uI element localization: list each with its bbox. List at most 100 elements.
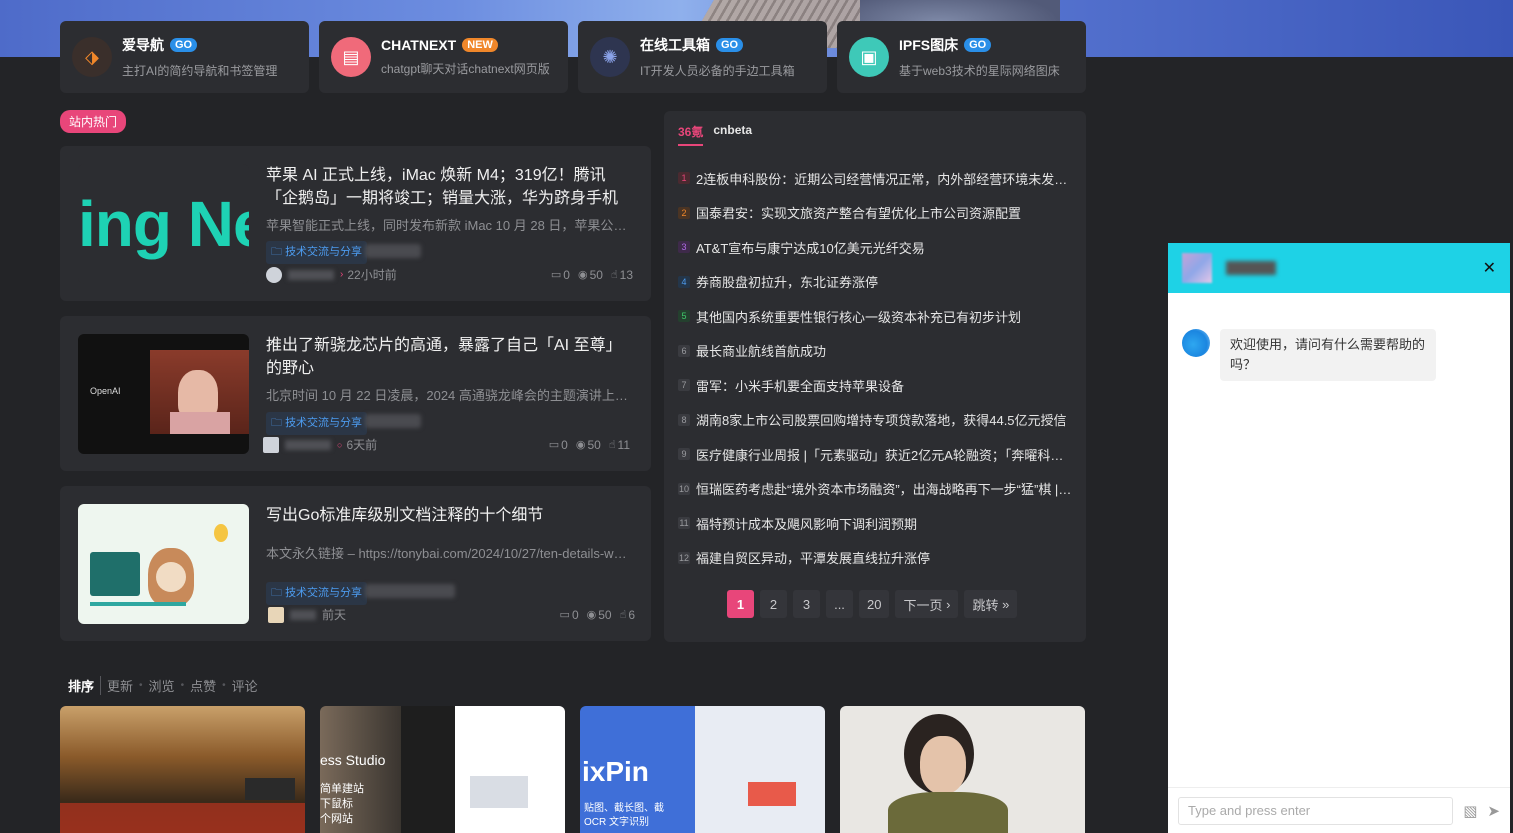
sort-option-likes[interactable]: 点赞 — [190, 676, 216, 695]
news-title[interactable]: 湖南8家上市公司股票回购增持专项贷款落地，获得44.5亿元授信 — [696, 410, 1067, 429]
news-title[interactable]: 其他国内系统重要性银行核心一级资本补充已有初步计划 — [696, 307, 1021, 326]
card-title: ess Studio — [320, 752, 386, 768]
card-thumbnail[interactable] — [60, 706, 305, 833]
page-button[interactable]: 3 — [793, 590, 820, 618]
author-name[interactable] — [290, 609, 316, 620]
post-card[interactable]: ing Ne 苹果 AI 正式上线，iMac 焕新 M4；319亿！腾讯「企鹅岛… — [60, 146, 651, 301]
blurred-tag — [365, 414, 421, 428]
card-thumbnail[interactable]: ixPin 贴图、截长图、截 OCR 文字识别 — [580, 706, 825, 833]
tab-cnbeta[interactable]: cnbeta — [713, 123, 752, 146]
jump-button[interactable]: 跳转 » — [964, 590, 1018, 618]
news-title[interactable]: 医疗健康行业周报 |「元素驱动」获近2亿元A轮融资；「奔曜科技」完成融资 — [696, 445, 1074, 464]
tile-title: CHATNEXT — [381, 37, 457, 53]
rank-badge: 10 — [678, 482, 690, 495]
post-tag[interactable]: 🗀 技术交流与分享 — [266, 582, 368, 605]
separator-dot: • — [180, 680, 185, 691]
quick-link-tile[interactable]: ▣ IPFS图床 GO 基于web3技术的星际网络图床 — [837, 21, 1086, 93]
chat-messages: 欢迎使用，请问有什么需要帮助的吗？ — [1182, 329, 1436, 381]
quick-link-tile[interactable]: ▤ CHATNEXT NEW chatgpt聊天对话chatnext网页版 — [319, 21, 568, 93]
jump-label: 跳转 — [972, 597, 999, 613]
news-item[interactable]: 1 2连板申科股份：近期公司经营情况正常，内外部经营环境未发生重大变化 — [678, 161, 1074, 196]
send-icon[interactable]: ➤ — [1487, 802, 1500, 820]
news-title[interactable]: 福特预计成本及飓风影响下调利润预期 — [696, 514, 917, 533]
page-ellipsis: ... — [826, 590, 853, 618]
rank-badge: 12 — [678, 551, 690, 564]
like-count[interactable]: ☝ 6 — [620, 608, 635, 622]
news-item[interactable]: 5 其他国内系统重要性银行核心一级资本补充已有初步计划 — [678, 299, 1074, 334]
news-title[interactable]: AT&T宣布与康宁达成10亿美元光纤交易 — [696, 238, 925, 257]
news-item[interactable]: 2 国泰君安：实现文旅资产整合有望优化上市公司资源配置 — [678, 196, 1074, 231]
chat-agent-name — [1226, 261, 1276, 275]
post-excerpt: 本文永久链接 – https://tonybai.com/2024/10/27/… — [266, 546, 631, 561]
post-card[interactable]: OpenAI 推出了新骁龙芯片的高通，暴露了自己「AI 至尊」的野心 北京时间 … — [60, 316, 651, 471]
bench-illustration — [245, 778, 295, 800]
news-title[interactable]: 券商股盘初拉升，东北证券涨停 — [696, 272, 878, 291]
like-count[interactable]: ☝ 11 — [609, 438, 630, 452]
card-thumbnail[interactable] — [840, 706, 1085, 833]
time-dot-icon: ○ — [337, 439, 343, 450]
post-title[interactable]: 写出Go标准库级别文档注释的十个细节 — [266, 504, 626, 527]
news-item[interactable]: 10 恒瑞医药考虑赴“境外资本市场融资”，出海战略再下一步“猛”棋 | 最前线 — [678, 472, 1074, 507]
news-item[interactable]: 8 湖南8家上市公司股票回购增持专项贷款落地，获得44.5亿元授信 — [678, 403, 1074, 438]
like-count[interactable]: ☝ 13 — [611, 268, 633, 282]
avatar[interactable] — [266, 266, 282, 283]
news-item[interactable]: 4 券商股盘初拉升，东北证券涨停 — [678, 265, 1074, 300]
chat-input[interactable] — [1178, 796, 1454, 825]
quick-link-tile[interactable]: ✺ 在线工具箱 GO IT开发人员必备的手边工具箱 — [578, 21, 827, 93]
post-tag[interactable]: 🗀 技术交流与分享 — [266, 412, 368, 435]
news-item[interactable]: 12 福建自贸区异动，平潭发展直线拉升涨停 — [678, 541, 1074, 576]
page-button[interactable]: 1 — [727, 590, 754, 618]
screenshot-image — [470, 776, 528, 808]
close-icon[interactable]: ✕ — [1483, 258, 1496, 278]
post-title[interactable]: 推出了新骁龙芯片的高通，暴露了自己「AI 至尊」的野心 — [266, 334, 626, 380]
news-title[interactable]: 恒瑞医药考虑赴“境外资本市场融资”，出海战略再下一步“猛”棋 | 最前线 — [696, 479, 1074, 498]
page-button[interactable]: 2 — [760, 590, 787, 618]
eye-icon: ◉ — [577, 269, 588, 281]
news-item[interactable]: 3 AT&T宣布与康宁达成10亿美元光纤交易 — [678, 230, 1074, 265]
post-title[interactable]: 苹果 AI 正式上线，iMac 焕新 M4；319亿！腾讯「企鹅岛」一期将竣工；… — [266, 164, 626, 210]
news-item[interactable]: 11 福特预计成本及飓风影响下调利润预期 — [678, 506, 1074, 541]
post-card[interactable]: 写出Go标准库级别文档注释的十个细节 本文永久链接 – https://tony… — [60, 486, 651, 641]
news-title[interactable]: 雷军：小米手机要全面支持苹果设备 — [696, 376, 904, 395]
go-badge: GO — [964, 38, 992, 52]
sort-option-views[interactable]: 浏览 — [149, 676, 175, 695]
post-thumbnail[interactable]: ing Ne — [78, 164, 249, 284]
view-count: ◉ 50 — [575, 437, 601, 452]
news-item[interactable]: 9 医疗健康行业周报 |「元素驱动」获近2亿元A轮融资；「奔曜科技」完成融资 — [678, 437, 1074, 472]
quick-links: ⬗ 爱导航 GO 主打AI的简约导航和书签管理 ▤ CHATNEXT NEW cha… — [60, 21, 1086, 93]
news-title[interactable]: 2连板申科股份：近期公司经营情况正常，内外部经营环境未发生重大变化 — [696, 169, 1074, 188]
rank-badge: 5 — [678, 310, 690, 323]
person-face — [920, 736, 966, 794]
post-tag[interactable]: 🗀 技术交流与分享 — [266, 241, 368, 264]
sort-option-update[interactable]: 更新 — [107, 676, 133, 695]
news-title[interactable]: 最长商业航线首航成功 — [696, 341, 826, 360]
rank-badge: 2 — [678, 206, 690, 219]
openai-logo-text: OpenAI — [90, 386, 121, 396]
avatar[interactable] — [263, 436, 279, 453]
pencil-illustration — [90, 602, 186, 606]
image-upload-icon[interactable]: ▧ — [1463, 802, 1477, 820]
post-tag-label: 技术交流与分享 — [285, 587, 363, 599]
go-badge: GO — [170, 38, 198, 52]
blurred-tag — [365, 244, 421, 258]
post-thumbnail[interactable] — [78, 504, 249, 624]
tile-title: 在线工具箱 — [640, 37, 710, 53]
page-button[interactable]: 20 — [859, 590, 890, 618]
sort-option-comments[interactable]: 评论 — [232, 676, 258, 695]
tab-36kr[interactable]: 36氪 — [678, 123, 704, 146]
avatar[interactable] — [268, 606, 284, 623]
news-item[interactable]: 6 最长商业航线首航成功 — [678, 334, 1074, 369]
person-body — [888, 792, 1008, 833]
news-item[interactable]: 7 雷军：小米手机要全面支持苹果设备 — [678, 368, 1074, 403]
news-title[interactable]: 福建自贸区异动，平潭发展直线拉升涨停 — [696, 548, 930, 567]
next-page-button[interactable]: 下一页 › — [895, 590, 959, 618]
pagination: 1 2 3 ... 20 下一页 › 跳转 » — [727, 590, 1018, 618]
card-grid: ess Studio 简单建站 下鼠标 个网站 ixPin 贴图、截长图、截 OCR … — [60, 706, 1085, 833]
news-title[interactable]: 国泰君安：实现文旅资产整合有望优化上市公司资源配置 — [696, 203, 1021, 222]
author-name[interactable] — [285, 439, 331, 450]
sort-label: 排序 — [68, 676, 102, 695]
author-name[interactable] — [288, 269, 334, 280]
quick-link-tile[interactable]: ⬗ 爱导航 GO 主打AI的简约导航和书签管理 — [60, 21, 309, 93]
card-thumbnail[interactable]: ess Studio 简单建站 下鼠标 个网站 — [320, 706, 565, 833]
post-thumbnail[interactable]: OpenAI — [78, 334, 249, 454]
